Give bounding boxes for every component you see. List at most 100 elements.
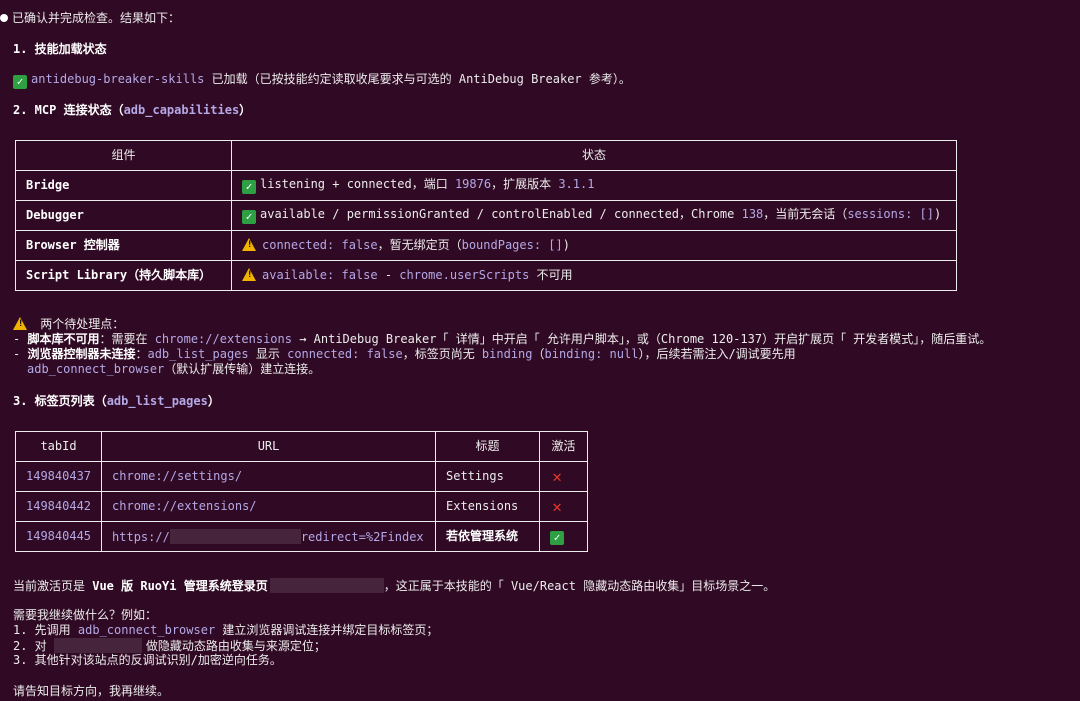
pending-title: 两个待处理点： (13, 317, 124, 332)
tab-active: ✕ (539, 461, 589, 492)
url-text: chrome://settings/ (112, 469, 243, 483)
check-icon: ✓ (13, 75, 27, 89)
pending-item-2: - 浏览器控制器未连接：adb_list_pages 显示 connected:… (13, 347, 796, 362)
section3-title-pre: 3. 标签页列表（ (13, 394, 107, 408)
status-code: 3.1.1 (558, 177, 595, 191)
code: binding: null (544, 347, 639, 361)
column-header: 激活 (539, 431, 589, 462)
mcp-status-table: 组件 状态 Bridge ✓ listening + connected，端口 19… (15, 140, 957, 291)
bullet-icon (0, 14, 8, 22)
tab-title: Settings (435, 461, 541, 492)
tab-url: https:// redirect=%2Findex (101, 521, 437, 552)
status-code: boundPages: [] (461, 238, 563, 252)
component-name: Script Library（持久脚本库） (15, 260, 232, 291)
tab-active: ✕ (539, 491, 589, 522)
code: connected: false (287, 347, 403, 361)
status-code: 138 (741, 207, 764, 221)
status-text: ，暂无绑定页（ (377, 238, 462, 252)
tab-id: 149840437 (14, 461, 103, 492)
option-3: 3. 其他针对该站点的反调试识别/加密逆向任务。 (13, 653, 282, 667)
text: → AntiDebug Breaker「 详情」中开启「 允许用户脚本」，或（C… (291, 332, 992, 346)
table-row: 149840437 chrome://settings/Settings ✕ (14, 461, 589, 492)
code: adb_connect_browser (27, 362, 165, 376)
component-name: Bridge (15, 170, 232, 201)
closing-line: 请告知目标方向，我再继续。 (13, 684, 170, 698)
text: 显示 (248, 347, 288, 361)
component-status: ✓ listening + connected，端口 19876，扩展版本 3.1… (231, 170, 957, 201)
redacted-block (269, 578, 384, 593)
column-header: 状态 (231, 140, 957, 171)
status-text: ) (562, 238, 570, 252)
code: adb_connect_browser (77, 623, 216, 637)
text: ：需要在 (99, 332, 155, 346)
section3-title: 3. 标签页列表（adb_list_pages） (13, 394, 220, 409)
option-2: 2. 对 做隐藏动态路由收集与来源定位； (13, 638, 326, 654)
warning-icon (242, 268, 256, 281)
intro-text: 已确认并完成检查。结果如下： (12, 11, 181, 25)
status-text: 不可用 (529, 268, 573, 282)
code: binding (481, 347, 533, 361)
section1-title: 1. 技能加载状态 (13, 42, 107, 56)
code: adb_list_pages (147, 347, 249, 361)
option-1: 1. 先调用 adb_connect_browser 建立浏览器调试连接并绑定目… (13, 623, 438, 638)
section2-title-post: ） (239, 103, 252, 117)
text: （默认扩展传输）建立连接。 (164, 362, 321, 376)
text: 建立浏览器调试连接并绑定目标标签页； (215, 623, 439, 637)
dash: - (13, 332, 28, 346)
skill-status-line: ✓ antidebug-breaker-skills 已加载（已按技能约定读取收尾… (13, 72, 631, 89)
pending-title-text: 两个待处理点： (33, 317, 125, 331)
status-code: 19876 (454, 177, 492, 191)
component-status: connected: false，暂无绑定页（boundPages: []) (231, 230, 957, 261)
table-header-row: 组件 状态 (15, 140, 957, 171)
status-code: chrome.userScripts (399, 268, 530, 282)
pending-item-1-label: 脚本库不可用 (27, 332, 100, 346)
status-code: available: false (262, 268, 378, 282)
pending-item-2-cont: adb_connect_browser（默认扩展传输）建立连接。 (27, 362, 320, 377)
tab-url: chrome://extensions/ (101, 491, 437, 522)
table-row: Browser 控制器connected: false，暂无绑定页（boundP… (15, 230, 957, 261)
status-text: listening + connected，端口 (260, 177, 455, 191)
cross-icon: ✕ (552, 497, 562, 516)
table-header-row: tabId URL 标题 激活 (14, 431, 589, 462)
check-icon: ✓ (550, 531, 565, 545)
check-icon: ✓ (242, 180, 256, 194)
warning-icon (13, 317, 27, 330)
component-status: ✓ available / permissionGranted / control… (231, 200, 957, 231)
warning-icon (242, 238, 256, 251)
intro-line: 已确认并完成检查。结果如下： (0, 11, 180, 26)
component-status: available: false - chrome.userScripts 不可… (231, 260, 957, 291)
table-row: 149840442 chrome://extensions/Extensions ✕ (14, 491, 589, 522)
section3-title-code: adb_list_pages (106, 394, 208, 408)
pending-item-2-label: 浏览器控制器未连接 (27, 347, 136, 361)
section2-title-pre: 2. MCP 连接状态（ (13, 103, 124, 117)
redacted-block (53, 638, 142, 653)
status-text: ，扩展版本 (491, 177, 559, 191)
skill-name: antidebug-breaker-skills (31, 72, 205, 86)
check-icon: ✓ (242, 210, 256, 224)
status-text: ，当前无会话（ (763, 207, 848, 221)
status-text: available / permissionGranted / controlE… (260, 207, 742, 221)
text: 做隐藏动态路由收集与来源定位； (145, 639, 326, 653)
tab-id: 149840445 (14, 521, 103, 552)
table-row: Debugger ✓ available / permissionGranted /… (15, 200, 957, 231)
status-text: - (377, 268, 400, 282)
text: 1. 先调用 (13, 623, 78, 637)
column-header: 标题 (435, 431, 541, 462)
pending-item-1: - 脚本库不可用：需要在 chrome://extensions → AntiD… (13, 332, 991, 347)
url-text: chrome://extensions/ (112, 499, 257, 513)
text: ： (135, 347, 148, 361)
table-row: Script Library（持久脚本库）available: false - … (15, 260, 957, 291)
code: chrome://extensions (154, 332, 292, 346)
cross-icon: ✕ (552, 467, 562, 486)
text: ），后续若需注入/调试要先用 (638, 347, 796, 361)
skill-status-text: 已加载（已按技能约定读取收尾要求与可选的 AntiDebug Breaker 参… (204, 72, 631, 86)
section3-title-post: ） (207, 394, 220, 408)
table-row: Bridge ✓ listening + connected，端口 19876，扩展… (15, 170, 957, 201)
text: ，标签页尚无 (402, 347, 482, 361)
text: 当前激活页是 (13, 579, 93, 593)
tab-url: chrome://settings/ (101, 461, 437, 492)
redacted-block (169, 528, 301, 544)
tab-title: Extensions (435, 491, 541, 522)
next-question: 需要我继续做什么？例如： (13, 608, 158, 622)
dash: - (13, 347, 28, 361)
